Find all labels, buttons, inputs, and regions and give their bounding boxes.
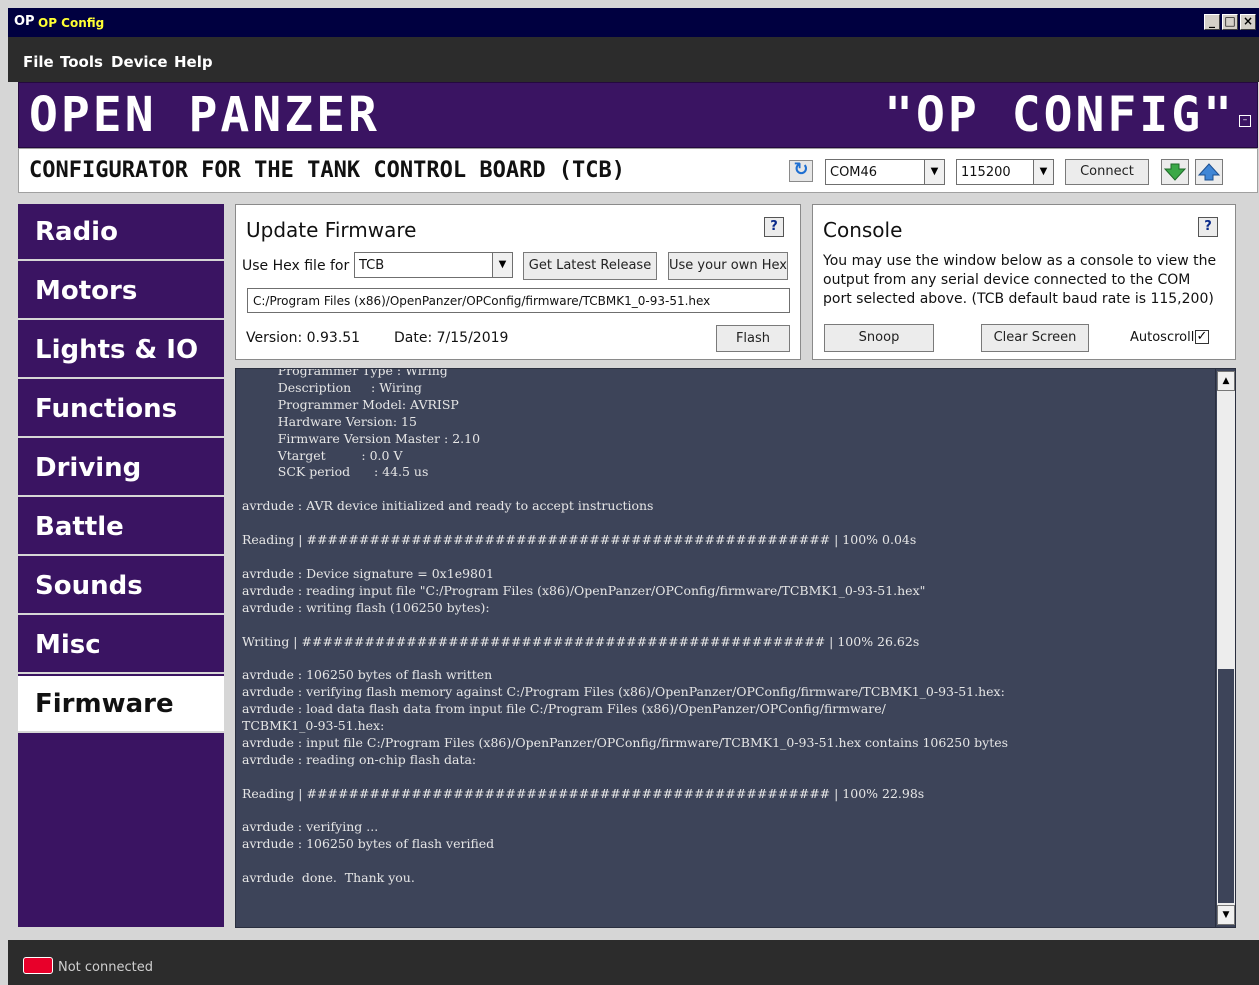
- read-from-device-button[interactable]: [1161, 159, 1189, 185]
- chevron-down-icon: ▼: [492, 253, 512, 277]
- window-title: OP Config: [38, 16, 105, 30]
- clear-screen-button[interactable]: Clear Screen: [981, 324, 1089, 352]
- header-banner: OPEN PANZER "OP CONFIG" –: [18, 82, 1258, 148]
- menu-help[interactable]: Help: [174, 53, 213, 71]
- get-latest-release-button[interactable]: Get Latest Release: [523, 252, 657, 280]
- scroll-up-button[interactable]: ▲: [1217, 371, 1235, 391]
- menu-device[interactable]: Device: [111, 53, 168, 71]
- menu-file[interactable]: File: [23, 53, 54, 71]
- update-firmware-panel: Update Firmware ? Use Hex file for TCB ▼…: [235, 204, 801, 360]
- firmware-help-button[interactable]: ?: [764, 217, 784, 237]
- hex-target-select[interactable]: TCB ▼: [354, 252, 513, 278]
- baud-rate-value: 115200: [961, 165, 1011, 180]
- refresh-ports-button[interactable]: ↻: [789, 160, 813, 182]
- hex-path-field[interactable]: C:/Program Files (x86)/OpenPanzer/OPConf…: [247, 288, 790, 313]
- console-description: You may use the window below as a consol…: [823, 253, 1217, 307]
- download-arrow-icon: [1163, 163, 1187, 181]
- sidebar-item-motors[interactable]: Motors: [18, 263, 224, 320]
- brand-logo: OPEN PANZER: [29, 87, 380, 143]
- minimize-button[interactable]: _: [1204, 14, 1220, 30]
- sidebar-item-functions[interactable]: Functions: [18, 381, 224, 438]
- write-to-device-button[interactable]: [1195, 159, 1223, 185]
- snoop-button[interactable]: Snoop: [824, 324, 934, 352]
- sidebar: Radio Motors Lights & IO Functions Drivi…: [18, 204, 224, 927]
- connection-bar: CONFIGURATOR FOR THE TANK CONTROL BOARD …: [18, 148, 1258, 193]
- console-scrollbar[interactable]: ▲ ▼: [1215, 369, 1235, 927]
- com-port-value: COM46: [830, 165, 878, 180]
- status-bar: Not connected: [8, 940, 1259, 985]
- sidebar-item-driving[interactable]: Driving: [18, 440, 224, 497]
- autoscroll-checkbox[interactable]: ✓: [1195, 330, 1209, 344]
- use-own-hex-button[interactable]: Use your own Hex: [668, 252, 788, 280]
- app-icon: OP: [14, 14, 35, 29]
- hex-file-label: Use Hex file for: [242, 258, 350, 274]
- sidebar-item-firmware[interactable]: Firmware: [18, 676, 224, 733]
- console-panel-title: Console: [823, 218, 903, 242]
- baud-rate-select[interactable]: 115200 ▼: [956, 159, 1054, 185]
- console-panel: Console ? You may use the window below a…: [812, 204, 1236, 360]
- firmware-date: Date: 7/15/2019: [394, 330, 509, 346]
- menu-tools[interactable]: Tools: [60, 53, 103, 71]
- sidebar-item-radio[interactable]: Radio: [18, 204, 224, 261]
- scroll-down-button[interactable]: ▼: [1217, 905, 1235, 925]
- page-subtitle: CONFIGURATOR FOR THE TANK CONTROL BOARD …: [29, 158, 626, 183]
- scroll-thumb[interactable]: [1218, 669, 1234, 903]
- sidebar-item-misc[interactable]: Misc: [18, 617, 224, 674]
- connect-button[interactable]: Connect: [1065, 159, 1149, 185]
- hex-target-value: TCB: [359, 258, 385, 273]
- refresh-icon: ↻: [793, 159, 809, 180]
- sidebar-item-sounds[interactable]: Sounds: [18, 558, 224, 615]
- flash-button[interactable]: Flash: [716, 325, 790, 352]
- sidebar-item-battle[interactable]: Battle: [18, 499, 224, 556]
- console-output[interactable]: Programmer Type : Wiring Description : W…: [235, 368, 1236, 928]
- console-help-button[interactable]: ?: [1198, 217, 1218, 237]
- title-bar: OP OP Config _ □ ×: [8, 8, 1259, 37]
- autoscroll-label: Autoscroll: [1130, 330, 1195, 345]
- connection-status-indicator: [23, 957, 53, 974]
- firmware-panel-title: Update Firmware: [246, 218, 417, 242]
- console-log-text: Programmer Type : Wiring Description : W…: [242, 368, 1009, 886]
- sidebar-item-lights-io[interactable]: Lights & IO: [18, 322, 224, 379]
- chevron-down-icon: ▼: [1033, 160, 1053, 184]
- chevron-down-icon: ▼: [924, 160, 944, 184]
- firmware-version: Version: 0.93.51: [246, 330, 361, 346]
- close-button[interactable]: ×: [1240, 14, 1256, 30]
- menu-bar: File Tools Device Help: [8, 37, 1259, 82]
- maximize-button[interactable]: □: [1222, 14, 1238, 30]
- app-logo: "OP CONFIG": [884, 87, 1235, 143]
- com-port-select[interactable]: COM46 ▼: [825, 159, 945, 185]
- upload-arrow-icon: [1197, 163, 1221, 181]
- collapse-icon[interactable]: –: [1239, 115, 1251, 127]
- connection-status-text: Not connected: [58, 960, 153, 975]
- main-frame: OPEN PANZER "OP CONFIG" – CONFIGURATOR F…: [8, 82, 1259, 940]
